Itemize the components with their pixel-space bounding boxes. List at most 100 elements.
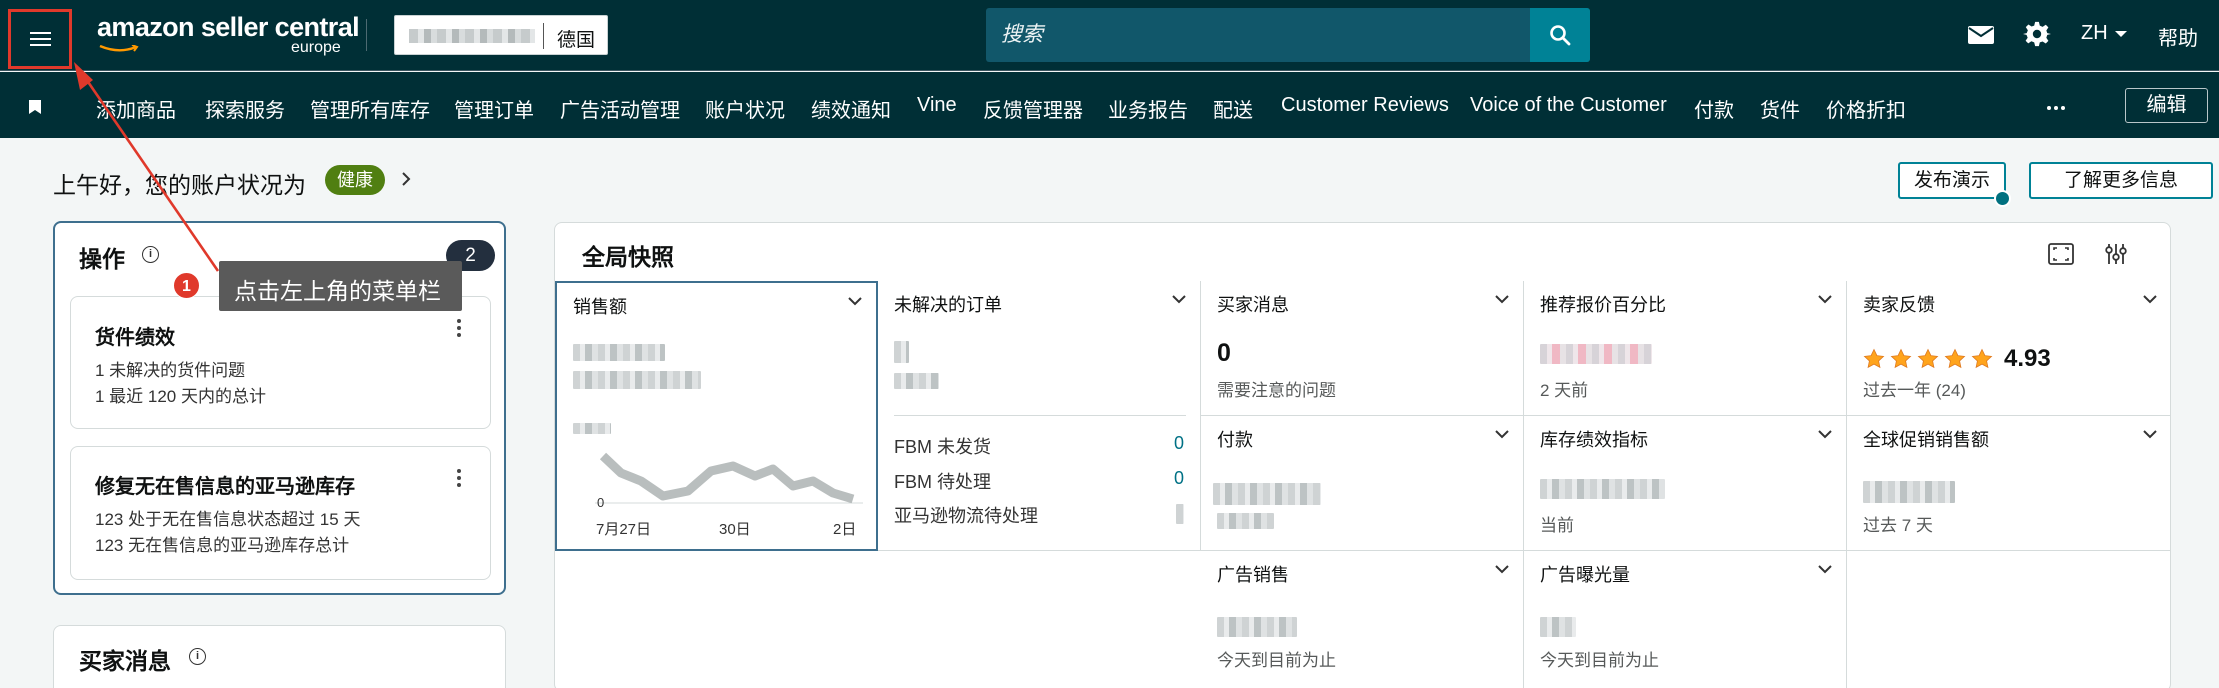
tile-label: 库存绩效指标 <box>1540 430 1648 450</box>
tile-open-orders[interactable]: 未解决的订单 FBM 未发货 0 FBM 待处理 0 亚马逊物流待处理 <box>878 281 1201 551</box>
buyer-messages-panel: 买家消息 i <box>53 625 506 688</box>
nav-item-customer-reviews[interactable]: Customer Reviews <box>1281 94 1449 117</box>
tile-ad-sales[interactable]: 广告销售 今天到目前为止 <box>1201 551 1524 688</box>
fba-pending-row[interactable]: 亚马逊物流待处理 <box>894 502 1184 528</box>
redacted-store-name <box>409 29 535 43</box>
redacted-value <box>894 373 939 389</box>
tutorial-callout: 点击左上角的菜单栏 <box>219 261 462 311</box>
chevron-down-icon[interactable] <box>1818 295 1832 304</box>
chevron-down-icon[interactable] <box>1495 295 1509 304</box>
gear-icon[interactable] <box>2022 20 2052 48</box>
nav-item-voice-of-customer[interactable]: Voice of the Customer <box>1470 94 1667 117</box>
star-icon <box>1890 348 1912 369</box>
row-label: FBM 待处理 <box>894 472 991 492</box>
edit-nav-button[interactable]: 编辑 <box>2125 88 2208 123</box>
row-label: 亚马逊物流待处理 <box>894 506 1038 526</box>
nav-item-explore-services[interactable]: 探索服务 <box>205 94 285 123</box>
redacted-value <box>894 341 909 363</box>
redacted-value <box>1213 483 1321 505</box>
task-card-stranded-inventory[interactable]: 修复无在售信息的亚马逊库存 123 处于无在售信息状态超过 15 天 123 无… <box>70 446 491 580</box>
nav-item-account-health[interactable]: 账户状况 <box>705 94 785 123</box>
store-selector[interactable]: 德国 <box>394 15 608 55</box>
amazon-seller-central-logo[interactable]: amazon seller central europe <box>97 12 360 56</box>
publish-demo-button[interactable]: 发布演示 <box>1898 162 2006 199</box>
nav-item-campaign-manager[interactable]: 广告活动管理 <box>560 94 680 123</box>
nav-item-discounts[interactable]: 价格折扣 <box>1826 94 1906 123</box>
tile-sub: 过去一年 (24) <box>1863 381 1966 400</box>
search-button[interactable] <box>1530 8 1590 62</box>
chevron-down-icon[interactable] <box>1495 430 1509 439</box>
chevron-down-icon <box>2115 31 2127 37</box>
nav-item-business-reports[interactable]: 业务报告 <box>1108 94 1188 123</box>
kebab-menu-icon[interactable] <box>457 319 461 337</box>
chevron-down-icon[interactable] <box>1495 565 1509 574</box>
learn-more-button[interactable]: 了解更多信息 <box>2029 162 2213 199</box>
nav-item-feedback-manager[interactable]: 反馈管理器 <box>983 94 1083 123</box>
nav-item-vine[interactable]: Vine <box>917 94 957 117</box>
star-rating: 4.93 <box>1863 345 2051 373</box>
tile-sales[interactable]: 销售额 0 7月27日 30日 2日 <box>555 281 878 551</box>
chevron-down-icon[interactable] <box>2143 295 2157 304</box>
bookmark-icon[interactable] <box>29 100 41 114</box>
nav-item-shipping[interactable]: 配送 <box>1213 94 1253 123</box>
fbm-unshipped-row[interactable]: FBM 未发货 0 <box>894 433 1184 459</box>
row-value: 0 <box>1173 433 1184 453</box>
tile-buyer-messages[interactable]: 买家消息 0 需要注意的问题 <box>1201 281 1524 416</box>
settings-sliders-icon[interactable] <box>2102 241 2130 267</box>
help-link[interactable]: 帮助 <box>2158 22 2198 51</box>
nav-item-manage-orders[interactable]: 管理订单 <box>454 94 534 123</box>
tile-sub: 过去 7 天 <box>1863 516 1933 535</box>
chevron-down-icon[interactable] <box>848 297 862 306</box>
language-selector[interactable]: ZH <box>2081 22 2108 45</box>
search-input[interactable] <box>986 8 1528 62</box>
nav-item-manage-inventory[interactable]: 管理所有库存 <box>310 94 430 123</box>
chevron-down-icon[interactable] <box>2143 430 2157 439</box>
star-icon <box>1863 348 1885 369</box>
tile-label: 销售额 <box>573 297 627 317</box>
nav-item-payments[interactable]: 付款 <box>1694 94 1734 123</box>
more-icon[interactable] <box>2047 106 2065 110</box>
info-icon[interactable]: i <box>189 648 206 665</box>
hamburger-menu-button[interactable] <box>8 9 72 69</box>
tile-inventory-performance[interactable]: 库存绩效指标 当前 <box>1524 416 1847 551</box>
redacted-value <box>573 371 701 389</box>
tour-beacon-dot[interactable] <box>1994 190 2011 207</box>
nav-item-shipments[interactable]: 货件 <box>1760 94 1800 123</box>
nav-item-performance-notifications[interactable]: 绩效通知 <box>811 94 891 123</box>
nav-item-add-products[interactable]: 添加商品 <box>96 94 176 123</box>
tile-seller-feedback[interactable]: 卖家反馈 4.93 过去一年 (24) <box>1847 281 2170 416</box>
chevron-down-icon[interactable] <box>1818 565 1832 574</box>
tile-label: 未解决的订单 <box>894 295 1002 315</box>
kebab-menu-icon[interactable] <box>457 469 461 487</box>
chevron-right-icon[interactable] <box>401 172 411 186</box>
fullscreen-icon[interactable] <box>2047 241 2075 267</box>
divider <box>366 19 367 51</box>
fbm-pending-row[interactable]: FBM 待处理 0 <box>894 468 1184 494</box>
tile-sub: 2 天前 <box>1540 381 1589 400</box>
tile-payments[interactable]: 付款 <box>1201 416 1524 551</box>
chevron-down-icon[interactable] <box>1172 295 1186 304</box>
task-card-shipment-performance[interactable]: 货件绩效 1 未解决的货件问题 1 最近 120 天内的总计 <box>70 296 491 429</box>
chart-x-tick: 7月27日 <box>596 521 652 538</box>
tile-sub: 需要注意的问题 <box>1217 381 1336 400</box>
global-snapshot-panel: 全局快照 销售额 0 7月27日 30日 2日 未解决的订单 FBM 未发货 0… <box>554 222 2171 688</box>
amazon-smile-icon <box>99 45 139 52</box>
redacted-value <box>1217 617 1297 637</box>
chevron-down-icon[interactable] <box>1818 430 1832 439</box>
redacted-value <box>1176 504 1184 524</box>
info-icon[interactable]: i <box>142 246 159 263</box>
callout-text: 点击左上角的菜单栏 <box>234 278 441 304</box>
tile-sub: 今天到目前为止 <box>1217 651 1336 670</box>
tile-ad-impressions[interactable]: 广告曝光量 今天到目前为止 <box>1524 551 1847 688</box>
health-status-badge[interactable]: 健康 <box>325 165 385 195</box>
tile-featured-offer[interactable]: 推荐报价百分比 2 天前 <box>1524 281 1847 416</box>
task-card-line: 1 最近 120 天内的总计 <box>95 387 266 406</box>
nav-bar: 添加商品 探索服务 管理所有库存 管理订单 广告活动管理 账户状况 绩效通知 V… <box>0 72 2219 138</box>
actions-title: 操作 <box>79 246 125 272</box>
star-icon <box>1971 348 1993 369</box>
task-card-line: 123 处于无在售信息状态超过 15 天 <box>95 510 361 529</box>
logo-region: europe <box>291 39 341 56</box>
row-value: 0 <box>1173 468 1184 488</box>
tile-global-promotions[interactable]: 全球促销销售额 过去 7 天 <box>1847 416 2170 551</box>
mail-icon[interactable] <box>1966 21 1996 49</box>
